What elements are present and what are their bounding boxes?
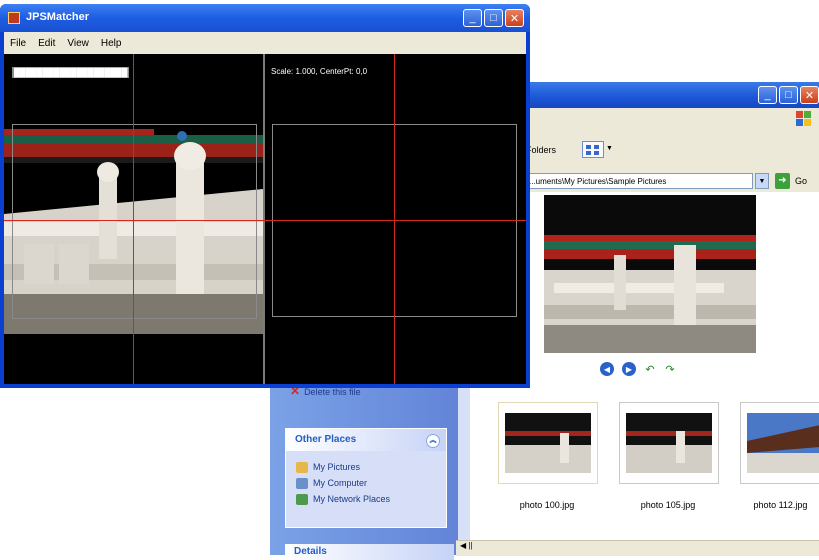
- place-my-network[interactable]: My Network Places: [286, 491, 446, 507]
- jpsmatcher-menu-bar: File Edit View Help: [4, 32, 526, 54]
- jpsmatcher-canvas[interactable]: ████████████████████ Scale: 1.000, Cente…: [4, 54, 526, 384]
- menu-file[interactable]: File: [10, 38, 26, 49]
- horizontal-scrollbar[interactable]: ◀ ||: [456, 540, 819, 556]
- menu-help[interactable]: Help: [101, 38, 122, 49]
- place-my-computer[interactable]: My Computer: [286, 475, 446, 491]
- thumbnail-caption: photo 105.jpg: [640, 500, 696, 510]
- details-panel-header[interactable]: Details: [285, 544, 454, 560]
- thumbnail-caption: photo 100.jpg: [519, 500, 575, 510]
- task-pane-scrollbar[interactable]: [458, 372, 470, 555]
- crosshair-horizontal: [4, 220, 526, 221]
- minimize-icon[interactable]: _: [758, 86, 777, 104]
- views-dropdown-icon[interactable]: ▼: [606, 145, 613, 152]
- address-dropdown-icon[interactable]: ▼: [755, 173, 769, 189]
- computer-icon: [296, 477, 308, 489]
- collapse-chevron-icon[interactable]: ︽: [426, 434, 440, 448]
- close-icon[interactable]: ✕: [800, 86, 819, 104]
- other-places-panel: Other Places ︽ My Pictures My Computer My…: [285, 428, 447, 528]
- view-divider[interactable]: [263, 54, 265, 384]
- rotate-left-icon[interactable]: ↶: [644, 362, 656, 376]
- views-icon[interactable]: [582, 141, 604, 158]
- thumbnail-item[interactable]: [740, 402, 819, 484]
- go-arrow-icon[interactable]: ➜: [775, 173, 790, 189]
- go-button-label[interactable]: Go: [795, 176, 807, 186]
- maximize-icon[interactable]: □: [779, 86, 798, 104]
- address-input[interactable]: ...uments\My Pictures\Sample Pictures: [525, 173, 753, 189]
- menu-edit[interactable]: Edit: [38, 38, 55, 49]
- folders-button[interactable]: Folders: [526, 145, 556, 155]
- thumbnail-image: [747, 413, 819, 473]
- right-view-label: Scale: 1.000, CenterPt: 0,0: [271, 67, 368, 76]
- maximize-icon[interactable]: □: [484, 9, 503, 27]
- other-places-header[interactable]: Other Places ︽: [286, 429, 446, 451]
- thumbnail-item[interactable]: [498, 402, 598, 484]
- menu-view[interactable]: View: [67, 38, 89, 49]
- windows-logo-icon: [796, 111, 811, 126]
- preview-controls: ◀ ▶ ↶ ↷: [600, 362, 676, 376]
- left-selection-rect[interactable]: [12, 124, 257, 319]
- jpsmatcher-window: JPSMatcher _ □ ✕ File Edit View Help ███…: [0, 4, 530, 388]
- rotate-right-icon[interactable]: ↷: [664, 362, 676, 376]
- thumbnail-image: [626, 413, 712, 473]
- minimize-icon[interactable]: _: [463, 9, 482, 27]
- pictures-folder-icon: [296, 461, 308, 473]
- thumbnail-caption: photo 112.jpg: [753, 500, 808, 510]
- thumbnail-item[interactable]: [619, 402, 719, 484]
- next-image-icon[interactable]: ▶: [622, 362, 636, 376]
- window-title: JPSMatcher: [26, 11, 89, 23]
- previous-image-icon[interactable]: ◀: [600, 362, 614, 376]
- place-my-pictures[interactable]: My Pictures: [286, 459, 446, 475]
- left-view-label: ████████████████████: [12, 67, 130, 78]
- app-icon: [8, 12, 20, 24]
- jpsmatcher-title-bar[interactable]: JPSMatcher _ □ ✕: [0, 4, 530, 32]
- network-icon: [296, 493, 308, 505]
- left-crosshair-vertical: [133, 54, 134, 384]
- image-preview: [544, 195, 756, 353]
- thumbnail-image: [505, 413, 591, 473]
- close-icon[interactable]: ✕: [505, 9, 524, 27]
- right-crosshair-vertical: [394, 54, 395, 384]
